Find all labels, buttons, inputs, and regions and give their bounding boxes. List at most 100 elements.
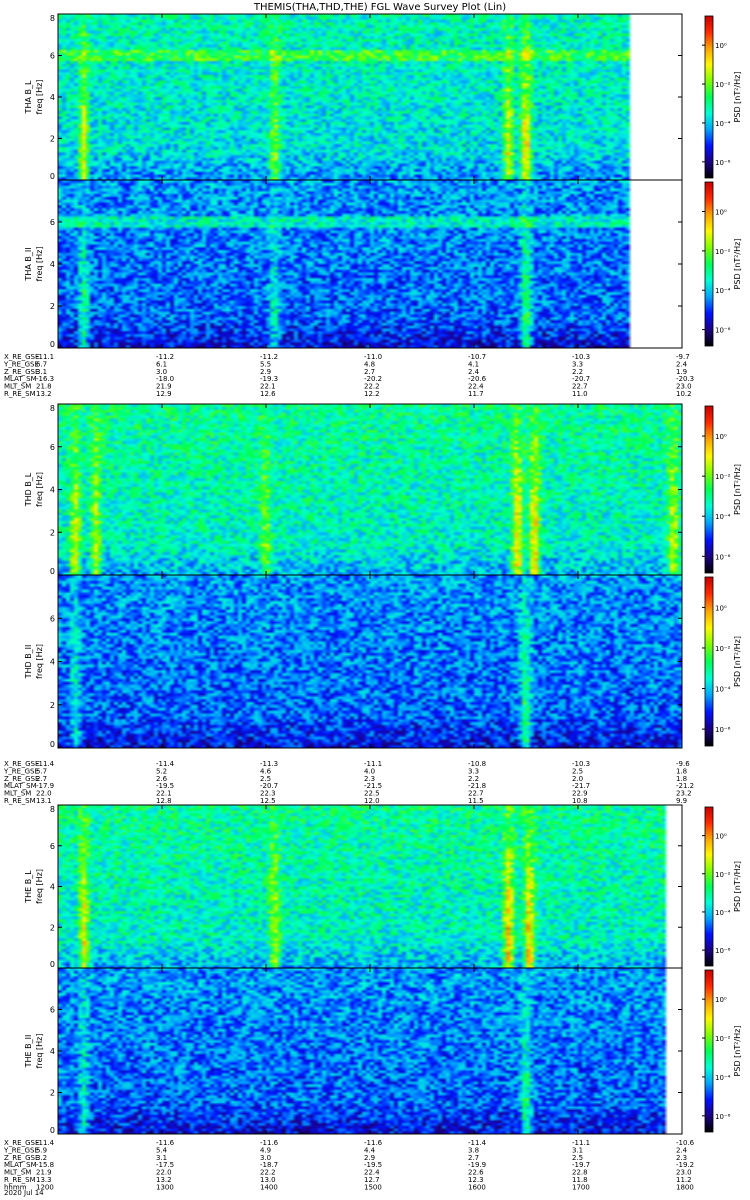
colorbar-tick-label: 10⁻⁴ (715, 513, 731, 521)
y-axis-unit-label: freq [Hz] (35, 247, 44, 282)
colorbar-tick-label: 10⁻⁶ (715, 1113, 731, 1121)
colorbar-label: PSD [nT²/Hz] (733, 861, 742, 912)
y-tick-label: 4 (50, 658, 55, 667)
colorbar-tick-label: 10⁻² (715, 645, 731, 653)
y-axis-unit-label: freq [Hz] (35, 472, 44, 507)
colorbar-tick-label: 10⁻⁶ (715, 159, 731, 167)
y-tick-label: 2 (50, 135, 55, 144)
spectrogram-heatmap (58, 180, 682, 348)
ephemeris-value: 12.6 (260, 390, 276, 398)
y-tick-label: 4 (50, 486, 55, 495)
spectrogram-heatmap (58, 968, 682, 1134)
spectrogram-heatmap (58, 14, 682, 180)
ephemeris-row-label: R_RE_SM (4, 390, 36, 398)
y-tick-label: 6 (50, 52, 55, 61)
colorbar-tick-label: 10⁰ (715, 209, 727, 217)
ephemeris-value: 10.2 (676, 390, 692, 398)
date-label: 2020 Jul 14 (4, 1189, 44, 1197)
colorbar (704, 806, 714, 967)
panels-layer: 0 2 4 6 8 THA B_L freq [Hz] 10⁰ 10⁻² 10⁻⁴ 10⁻⁶ PSD … (24, 13, 742, 1135)
time-tick-label: 1600 (468, 1183, 486, 1191)
time-tick-label: 1500 (364, 1183, 382, 1191)
colorbar (704, 181, 714, 347)
spectrogram-panel-the-bii: 0 2 4 6 THE B_II freq [Hz] 10⁰ 10⁻² 10⁻⁴ 10⁻⁶ PSD … (24, 967, 742, 1135)
ephemeris-block-thd: X_RE_GSE-11.4 -11.4 -11.3 -11.1 -10.8 -10.3 -9… (3, 760, 694, 805)
ephemeris-block-tha: X_RE_GSE-11.1 -11.2 -11.2 -11.0 -10.7 -10.3 -9… (3, 353, 694, 398)
y-tick-label: 0 (50, 340, 55, 349)
spectrogram-panel-tha-bl: 0 2 4 6 8 THA B_L freq [Hz] 10⁰ 10⁻² 10⁻⁴ 10⁻⁶ PSD … (24, 13, 742, 181)
ephemeris-value: 13.2 (36, 390, 52, 398)
spectrogram-heatmap (58, 404, 682, 575)
y-tick-label: 6 (50, 443, 55, 452)
time-tick-label: 1300 (156, 1183, 174, 1191)
colorbar-tick-label: 10⁻² (715, 81, 731, 89)
ephemeris-value: 12.5 (260, 797, 276, 805)
time-tick-label: 1800 (676, 1183, 694, 1191)
wave-survey-plot: THEMIS(THA,THD,THE) FGL Wave Survey Plot… (0, 0, 750, 1200)
colorbar-tick-label: 10⁰ (715, 604, 727, 612)
wave-survey-figure: THEMIS(THA,THD,THE) FGL Wave Survey Plot… (3, 2, 742, 1197)
colorbar-label: PSD [nT²/Hz] (733, 239, 742, 290)
ephemeris-value: 13.1 (36, 797, 52, 805)
y-tick-label: 2 (50, 302, 55, 311)
colorbar-tick-label: 10⁻² (715, 1035, 731, 1043)
y-axis-unit-label: freq [Hz] (35, 869, 44, 904)
ephemeris-value: 12.8 (156, 797, 172, 805)
spectrogram-heatmap (58, 805, 682, 968)
y-axis-probe-label: THD B_II (24, 645, 33, 680)
colorbar-tick-label: 10⁻² (715, 871, 731, 879)
spectrogram-panel-thd-bl: 0 2 4 6 8 THD B_L freq [Hz] 10⁰ 10⁻² 10⁻⁴ 10⁻⁶ PSD … (24, 403, 742, 576)
ephemeris-value: 10.8 (572, 797, 588, 805)
plot-title: THEMIS(THA,THD,THE) FGL Wave Survey Plot… (253, 2, 506, 13)
y-tick-label: 2 (50, 1089, 55, 1098)
ephemeris-value: 12.0 (364, 797, 380, 805)
ephemeris-value: 11.7 (468, 390, 484, 398)
y-tick-label: 2 (50, 923, 55, 932)
colorbar-tick-label: 10⁰ (715, 833, 727, 841)
y-axis-probe-label: THE B_L (24, 870, 33, 904)
colorbar (704, 969, 714, 1133)
y-tick-label: 2 (50, 701, 55, 710)
colorbar-tick-label: 10⁰ (715, 42, 727, 50)
colorbar-tick-label: 10⁻⁴ (715, 1074, 731, 1082)
y-tick-label: 4 (50, 1047, 55, 1056)
colorbar-tick-label: 10⁻⁶ (715, 553, 731, 561)
y-tick-label: 4 (50, 260, 55, 269)
y-tick-label: 6 (50, 1006, 55, 1015)
ephemeris-value: 12.2 (364, 390, 380, 398)
colorbar-tick-label: 10⁻⁶ (715, 947, 731, 955)
colorbar-tick-label: 10⁻⁴ (715, 120, 731, 128)
y-tick-label: 0 (50, 740, 55, 749)
colorbar-tick-label: 10⁻⁴ (715, 686, 731, 694)
colorbar-label: PSD [nT²/Hz] (733, 72, 742, 123)
ephemeris-block-the: X_RE_GSE-11.4 -11.6 -11.6 -11.6 -11.4 -11.1 -1… (3, 1139, 695, 1197)
y-axis-probe-label: THE B_II (24, 1035, 33, 1069)
colorbar-tick-label: 10⁻⁶ (715, 726, 731, 734)
y-tick-label: 6 (50, 614, 55, 623)
colorbar-label: PSD [nT²/Hz] (733, 636, 742, 687)
colorbar-tick-label: 10⁻² (715, 248, 731, 256)
y-tick-label: 8 (50, 805, 55, 814)
ephemeris-row-label: R_RE_SM (4, 797, 36, 805)
colorbar-tick-label: 10⁰ (715, 996, 727, 1004)
colorbar (704, 15, 714, 179)
y-tick-label: 6 (50, 218, 55, 227)
colorbar-tick-label: 10⁻² (715, 473, 731, 481)
y-tick-label: 0 (50, 1126, 55, 1135)
time-tick-label: 1400 (260, 1183, 278, 1191)
colorbar-label: PSD [nT²/Hz] (733, 464, 742, 515)
y-axis-unit-label: freq [Hz] (35, 80, 44, 115)
y-axis-probe-label: THD B_L (24, 472, 33, 507)
colorbar-tick-label: 10⁰ (715, 433, 727, 441)
y-tick-label: 2 (50, 528, 55, 537)
y-tick-label: 6 (50, 842, 55, 851)
colorbar (704, 576, 714, 747)
spectrogram-panel-the-bl: 0 2 4 6 8 THE B_L freq [Hz] 10⁰ 10⁻² 10⁻⁴ 10⁻⁶ PSD … (24, 804, 742, 969)
colorbar-tick-label: 10⁻⁴ (715, 287, 731, 295)
spectrogram-heatmap (58, 575, 682, 748)
ephemeris-value: 12.9 (156, 390, 172, 398)
y-tick-label: 0 (50, 960, 55, 969)
spectrogram-panel-tha-bii: 0 2 4 6 THA B_II freq [Hz] 10⁰ 10⁻² 10⁻⁴ 10⁻⁶ PSD … (24, 179, 742, 349)
spectrogram-panel-thd-bii: 0 2 4 6 THD B_II freq [Hz] 10⁰ 10⁻² 10⁻⁴ 10⁻⁶ PSD … (24, 574, 742, 749)
colorbar-label: PSD [nT²/Hz] (733, 1026, 742, 1077)
